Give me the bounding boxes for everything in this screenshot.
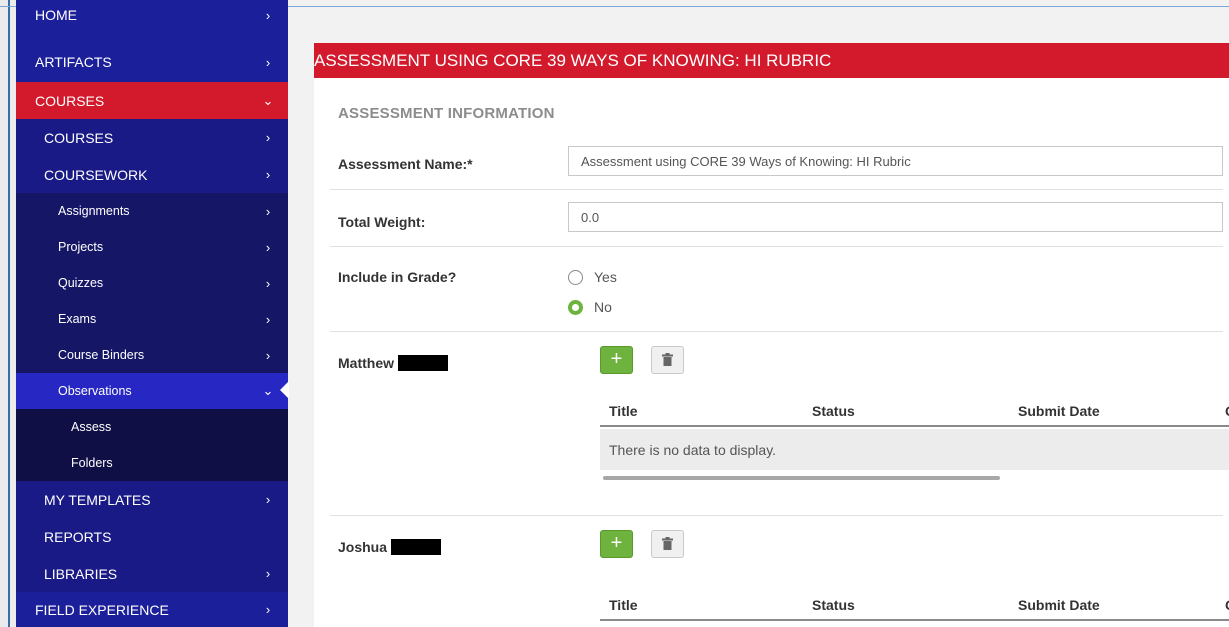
student-row: Matthew + Title Status Submit Date Gr Th… (330, 332, 1229, 516)
redacted-surname (391, 539, 442, 555)
sidebar-item-home[interactable]: HOME › (16, 0, 288, 30)
page-title: ASSESSMENT USING CORE 39 WAYS OF KNOWING… (314, 50, 832, 70)
sidebar-item-label: Course Binders (58, 348, 145, 362)
student-first-name: Joshua (338, 539, 388, 555)
chevron-down-icon: ⌄ (262, 92, 274, 108)
sidebar-item-exams[interactable]: Exams › (16, 301, 288, 337)
sidebar-item-label: Assess (71, 420, 112, 434)
grid-empty-message: There is no data to display. (600, 429, 1229, 470)
chevron-right-icon: › (265, 347, 271, 363)
add-button[interactable]: + (600, 530, 633, 558)
sidebar-item-artifacts[interactable]: ARTIFACTS › (16, 42, 288, 82)
sidebar-item-courses-sub[interactable]: COURSES › (16, 119, 288, 156)
sidebar-item-label: Projects (58, 240, 104, 254)
chevron-right-icon: › (265, 167, 271, 182)
column-header-status[interactable]: Status (812, 597, 855, 613)
chevron-right-icon: › (265, 54, 271, 70)
sidebar-item-assess[interactable]: Assess (16, 409, 288, 445)
chevron-right-icon: › (265, 602, 271, 617)
student-row: Joshua + Title Status Submit Date Gr (330, 516, 1229, 627)
include-grade-label: Include in Grade? (338, 269, 457, 285)
grid-header: Title Status Submit Date Gr (600, 396, 1229, 427)
sidebar-item-label: Quizzes (58, 276, 104, 290)
sidebar-item-label: ARTIFACTS (35, 54, 112, 70)
column-header-submit-date[interactable]: Submit Date (1018, 403, 1100, 419)
selected-pointer-icon (280, 381, 289, 399)
section-heading: ASSESSMENT INFORMATION (338, 105, 555, 122)
trash-icon (662, 537, 673, 550)
sidebar-item-label: Assignments (58, 204, 130, 218)
student-name: Joshua (338, 539, 442, 555)
chevron-right-icon: › (265, 311, 271, 327)
sidebar-item-label: HOME (35, 7, 77, 23)
total-weight-input[interactable] (568, 202, 1223, 232)
radio-no-label: No (594, 299, 612, 315)
sidebar-item-label: COURSEWORK (44, 166, 148, 183)
main-content: ASSESSMENT USING CORE 39 WAYS OF KNOWING… (314, 43, 1229, 627)
student-first-name: Matthew (338, 355, 394, 371)
chevron-right-icon: › (265, 239, 271, 255)
student-name: Matthew (338, 355, 448, 371)
sidebar-item-label: Folders (71, 456, 113, 470)
sidebar-item-label: MY TEMPLATES (44, 491, 151, 508)
sidebar-item-label: Observations (58, 384, 132, 398)
column-header-submit-date[interactable]: Submit Date (1018, 597, 1100, 613)
chevron-right-icon: › (265, 566, 271, 581)
window-frame-left (0, 0, 16, 627)
assessment-name-input[interactable] (568, 146, 1223, 176)
radio-yes[interactable]: Yes (568, 269, 617, 285)
column-header-title[interactable]: Title (609, 597, 638, 613)
sidebar-item-folders[interactable]: Folders (16, 445, 288, 481)
sidebar-item-label: REPORTS (44, 528, 112, 545)
radio-unchecked-icon (568, 269, 583, 285)
grid-header: Title Status Submit Date Gr (600, 590, 1229, 621)
sidebar-item-label: LIBRARIES (44, 565, 118, 582)
add-button[interactable]: + (600, 346, 633, 374)
chevron-right-icon: › (265, 203, 271, 219)
total-weight-label: Total Weight: (338, 214, 426, 230)
delete-button[interactable] (651, 530, 684, 558)
column-header-grade[interactable]: Gr (1225, 597, 1229, 613)
redacted-surname (398, 355, 448, 371)
sidebar-item-assignments[interactable]: Assignments › (16, 193, 288, 229)
sidebar-item-label: Exams (58, 312, 97, 326)
column-header-grade[interactable]: Gr (1225, 403, 1229, 419)
column-header-title[interactable]: Title (609, 403, 638, 419)
horizontal-scrollbar[interactable] (603, 476, 1000, 480)
sidebar-item-quizzes[interactable]: Quizzes › (16, 265, 288, 301)
sidebar-item-label: COURSES (35, 92, 105, 109)
radio-checked-icon (568, 299, 583, 315)
radio-yes-label: Yes (594, 269, 617, 285)
sidebar-item-reports[interactable]: REPORTS (16, 518, 288, 555)
sidebar-item-course-binders[interactable]: Course Binders › (16, 337, 288, 373)
sidebar-nav: HOME › ARTIFACTS › COURSES ⌄ COURSES › C… (16, 0, 289, 627)
column-header-status[interactable]: Status (812, 403, 855, 419)
chevron-right-icon: › (265, 492, 271, 507)
sidebar-item-courses[interactable]: COURSES ⌄ (16, 82, 288, 119)
page-title-bar: ASSESSMENT USING CORE 39 WAYS OF KNOWING… (314, 43, 1229, 78)
trash-icon (662, 353, 673, 366)
chevron-right-icon: › (265, 7, 271, 23)
chevron-right-icon: › (265, 275, 271, 291)
delete-button[interactable] (651, 346, 684, 374)
sidebar-item-my-templates[interactable]: MY TEMPLATES › (16, 481, 288, 518)
sidebar-item-label: FIELD EXPERIENCE (35, 601, 169, 618)
sidebar-item-libraries[interactable]: LIBRARIES › (16, 555, 288, 592)
chevron-right-icon: › (265, 130, 271, 145)
radio-no[interactable]: No (568, 299, 612, 315)
sidebar-item-field-experience[interactable]: FIELD EXPERIENCE › (16, 592, 288, 627)
sidebar-item-label: COURSES (44, 129, 114, 146)
sidebar-item-observations[interactable]: Observations ⌄ (16, 373, 289, 409)
assessment-name-label: Assessment Name:* (338, 156, 473, 172)
sidebar-item-coursework[interactable]: COURSEWORK › (16, 156, 288, 193)
include-grade-row: Include in Grade? (330, 247, 1223, 332)
sidebar-item-projects[interactable]: Projects › (16, 229, 288, 265)
